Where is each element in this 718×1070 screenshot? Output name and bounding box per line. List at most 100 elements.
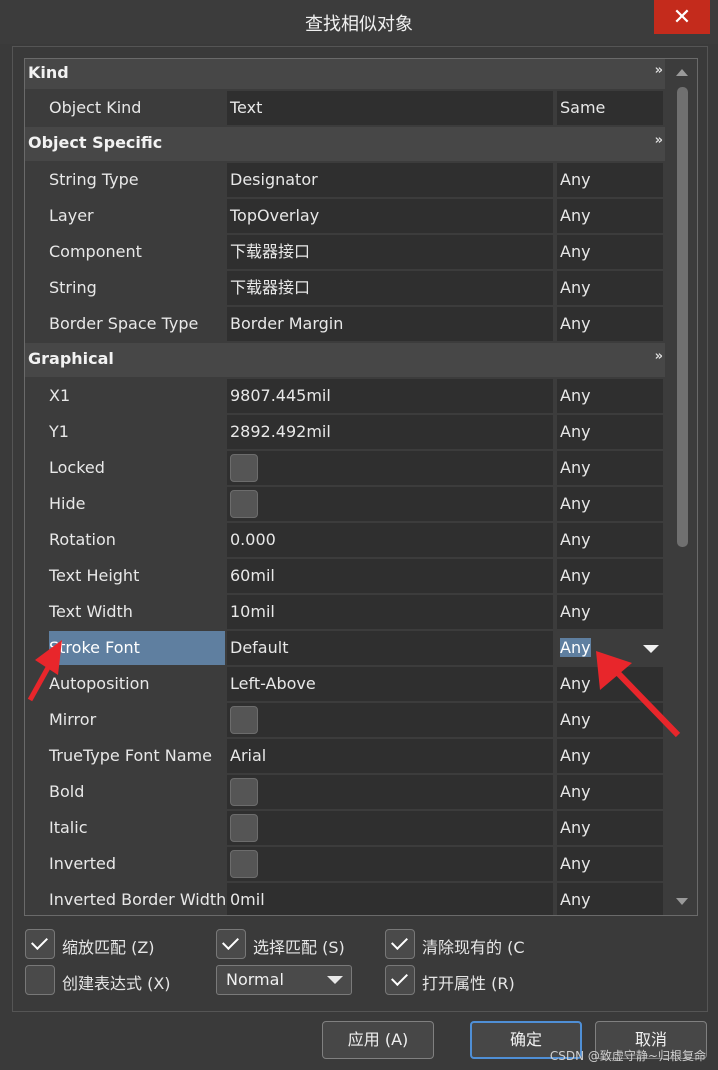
match-mode-cell[interactable]: Any [557,199,663,233]
match-mode-cell[interactable]: Any [557,595,663,629]
match-mode-cell[interactable]: Any [557,487,663,521]
property-value: Designator [227,163,553,197]
match-mode-cell[interactable]: Any [557,739,663,773]
hide-checkbox[interactable] [230,490,258,518]
scroll-down-arrow-icon[interactable] [676,898,688,905]
window-title: 查找相似对象 [305,14,413,35]
select-match-option[interactable]: 选择匹配 (S) [216,929,376,959]
property-value: Border Margin [227,307,553,341]
property-name: Autoposition [49,674,150,693]
property-value [227,451,553,485]
match-mode-cell[interactable]: Any [557,163,663,197]
property-value: 60mil [227,559,553,593]
create-expression-label: 创建表达式 (X) [62,974,171,993]
apply-button[interactable]: 应用 (A) [322,1021,434,1059]
close-icon: ✕ [672,4,692,30]
row-component[interactable]: Component 下载器接口 Any [25,235,665,269]
row-truetype-font-name[interactable]: TrueType Font Name Arial Any [25,739,665,773]
category-kind[interactable]: Kind » [25,59,665,89]
row-x1[interactable]: X1 9807.445mil Any [25,379,665,413]
row-italic[interactable]: Italic Any [25,811,665,845]
row-text-height[interactable]: Text Height 60mil Any [25,559,665,593]
italic-checkbox[interactable] [230,814,258,842]
select-match-label: 选择匹配 (S) [253,938,345,957]
mirror-checkbox[interactable] [230,706,258,734]
match-mode-cell[interactable]: Any [557,559,663,593]
row-inverted[interactable]: Inverted Any [25,847,665,881]
scroll-up-arrow-icon[interactable] [676,69,688,76]
row-string-type[interactable]: String Type Designator Any [25,163,665,197]
row-text-width[interactable]: Text Width 10mil Any [25,595,665,629]
bold-checkbox[interactable] [230,778,258,806]
row-object-kind[interactable]: Object Kind Text Same [25,91,665,125]
mode-select-value: Normal [226,970,284,989]
property-name: Layer [49,206,94,225]
match-mode-cell[interactable]: Any [557,775,663,809]
row-border-space-type[interactable]: Border Space Type Border Margin Any [25,307,665,341]
inverted-checkbox[interactable] [230,850,258,878]
chevron-down-icon[interactable] [327,976,343,984]
close-button[interactable]: ✕ [654,0,710,34]
zoom-match-option[interactable]: 缩放匹配 (Z) [25,929,195,959]
match-mode-cell[interactable]: Any [557,415,663,449]
category-graphical[interactable]: Graphical » [25,343,665,377]
match-mode-cell[interactable]: Any [557,523,663,557]
property-value: 下载器接口 [227,235,553,269]
create-expression-checkbox[interactable] [25,965,55,995]
match-mode-cell[interactable]: Same [557,91,663,125]
property-name: TrueType Font Name [49,746,212,765]
property-name: Italic [49,818,88,837]
row-rotation[interactable]: Rotation 0.000 Any [25,523,665,557]
create-expression-option[interactable]: 创建表达式 (X) [25,965,195,995]
collapse-chevron-icon[interactable]: » [655,63,663,78]
match-mode-cell[interactable]: Any [557,883,663,915]
property-name: Y1 [49,422,69,441]
property-name: Object Kind [49,98,142,117]
row-hide[interactable]: Hide Any [25,487,665,521]
property-value [227,847,553,881]
row-inverted-border-width[interactable]: Inverted Border Width 0mil Any [25,883,665,915]
zoom-match-checkbox[interactable] [25,929,55,959]
property-name: Hide [49,494,86,513]
row-stroke-font[interactable]: Stroke Font Default Any [25,631,665,665]
match-mode-cell[interactable]: Any [557,703,663,737]
category-object-specific[interactable]: Object Specific » [25,127,665,161]
row-bold[interactable]: Bold Any [25,775,665,809]
match-mode-cell[interactable]: Any [557,271,663,305]
clear-existing-checkbox[interactable] [385,929,415,959]
property-name: Inverted [49,854,117,873]
mode-select[interactable]: Normal [216,965,352,995]
match-mode-cell[interactable]: Any [557,307,663,341]
row-autoposition[interactable]: Autoposition Left-Above Any [25,667,665,701]
vertical-scrollbar[interactable] [667,59,697,915]
match-mode-cell[interactable]: Any [557,451,663,485]
property-value: Text [227,91,553,125]
title-bar: 查找相似对象 ✕ [0,0,718,44]
match-mode-cell[interactable]: Any [557,235,663,269]
row-layer[interactable]: Layer TopOverlay Any [25,199,665,233]
open-properties-checkbox[interactable] [385,965,415,995]
scroll-thumb[interactable] [677,87,688,547]
match-mode-selected: Any [560,638,591,657]
match-mode-cell[interactable]: Any [557,847,663,881]
match-mode-cell[interactable]: Any [557,667,663,701]
row-mirror[interactable]: Mirror Any [25,703,665,737]
match-mode-cell[interactable]: Any [557,379,663,413]
property-name: X1 [49,386,71,405]
select-match-checkbox[interactable] [216,929,246,959]
match-mode-dropdown[interactable]: Any [557,631,663,665]
property-name: Mirror [49,710,97,729]
property-grid: Kind » Object Kind Text Same Object Spec… [24,58,698,916]
property-name: Text Height [49,566,140,585]
collapse-chevron-icon[interactable]: » [655,349,663,364]
clear-existing-option[interactable]: 清除现有的 (C [385,929,545,959]
row-string[interactable]: String 下载器接口 Any [25,271,665,305]
row-y1[interactable]: Y1 2892.492mil Any [25,415,665,449]
locked-checkbox[interactable] [230,454,258,482]
dropdown-arrow-icon[interactable] [643,645,659,653]
collapse-chevron-icon[interactable]: » [655,133,663,148]
open-properties-option[interactable]: 打开属性 (R) [385,965,545,995]
match-mode-cell[interactable]: Any [557,811,663,845]
row-locked[interactable]: Locked Any [25,451,665,485]
property-value: TopOverlay [227,199,553,233]
